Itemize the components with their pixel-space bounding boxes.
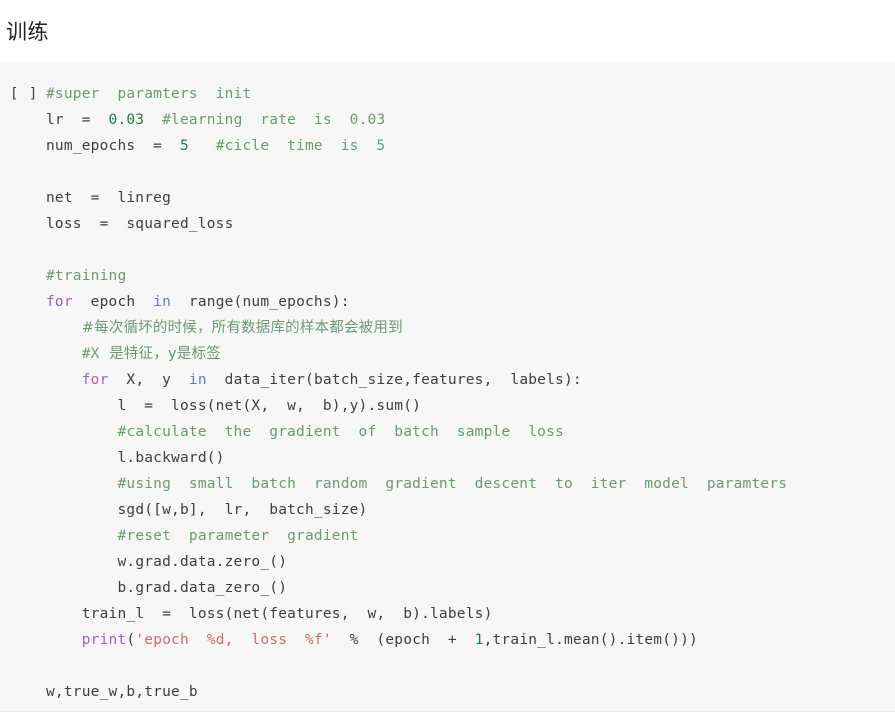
code-token-plain: lr = [46,112,109,128]
code-line-blank[interactable] [46,237,887,263]
section-heading-area: 训练 [0,0,895,63]
code-token-plain: l = loss(net(X, w, b),y).sum() [117,398,422,414]
code-token-plain: data_iter(batch_size,features, labels): [206,372,582,388]
code-token-plain: ( [126,632,136,648]
code-token-comment: #reset parameter gradient [117,528,359,544]
code-token-comment: #calculate the gradient of batch sample … [117,424,564,440]
run-cell-button[interactable]: [ ] [10,81,38,107]
code-line[interactable]: sgd([w,b], lr, batch_size) [46,497,887,523]
code-token-keyword2: in [188,372,207,388]
code-token-comment: #super paramters init [46,86,252,102]
code-token-plain: w,true_w,b,true_b [46,684,198,700]
cell-run-gutter[interactable]: [ ] [0,81,46,711]
code-token-plain: % (epoch + [331,632,475,648]
code-line[interactable]: #X 是特征，y是标签 [46,341,887,367]
code-token-keyword: for [46,294,73,310]
code-token-keyword2: in [153,294,172,310]
code-token-comment: #X [81,346,100,362]
code-line[interactable]: #super paramters init [46,81,887,107]
code-line[interactable]: #calculate the gradient of batch sample … [46,419,887,445]
code-token-string: 'epoch %d, loss %f' [135,632,332,648]
code-editor[interactable]: #super paramters init lr = 0.03 #learning… [46,81,895,711]
code-line[interactable]: for epoch in range(num_epochs): [46,289,887,315]
code-line[interactable]: #training [46,263,887,289]
code-line[interactable]: loss = squared_loss [46,211,887,237]
code-token-number: 1 [474,632,484,648]
code-line-blank[interactable] [46,159,887,185]
code-token-plain: net = linreg [46,190,172,206]
code-token-plain: range(num_epochs): [171,294,350,310]
code-token-comment: #cicle time is 5 [215,138,386,154]
code-token-keyword: print [81,632,127,648]
code-token-plain: epoch [72,294,154,310]
code-token-plain: X, y [108,372,189,388]
code-token-number: 0.03 [108,112,145,128]
code-line[interactable]: w.grad.data.zero_() [46,549,887,575]
code-token-plain: ,train_l.mean().item())) [483,632,698,648]
code-line[interactable]: net = linreg [46,185,887,211]
code-token-comment: #learning rate is 0.03 [162,112,386,128]
code-cell[interactable]: [ ] #super paramters init lr = 0.03 #lear… [0,63,895,712]
code-line[interactable]: l = loss(net(X, w, b),y).sum() [46,393,887,419]
code-token-plain: w.grad.data.zero_() [117,554,288,570]
code-token-keyword: for [81,372,109,388]
code-line[interactable]: train_l = loss(net(features, w, b).label… [46,601,887,627]
code-line[interactable]: b.grad.data_zero_() [46,575,887,601]
code-line[interactable]: w,true_w,b,true_b [46,679,887,705]
code-line[interactable]: #using small batch random gradient desce… [46,471,887,497]
code-token-comment_cn: #每次循坏的时候，所有数据库的样本都会被用到 [81,320,403,336]
page-title: 训练 [6,19,49,44]
code-token-comment_cn: 是特征，y是标签 [99,346,221,362]
code-token-plain: train_l = loss(net(features, w, b).label… [81,606,493,622]
code-line[interactable]: l.backward() [46,445,887,471]
code-line[interactable]: num_epochs = 5 #cicle time is 5 [46,133,887,159]
code-token-plain: num_epochs = [46,138,180,154]
code-token-plain: sgd([w,b], lr, batch_size) [117,502,368,518]
code-line[interactable]: print('epoch %d, loss %f' % (epoch + 1,t… [46,627,887,653]
code-token-plain: b.grad.data_zero_() [117,580,288,596]
code-line[interactable]: lr = 0.03 #learning rate is 0.03 [46,107,887,133]
code-line-blank[interactable] [46,653,887,679]
code-token-comment: #using small batch random gradient desce… [117,476,788,492]
code-token-plain: l.backward() [117,450,225,466]
notebook-page: 训练 [ ] #super paramters init lr = 0.03 #l… [0,0,895,722]
code-line[interactable]: #reset parameter gradient [46,523,887,549]
code-line[interactable]: #每次循坏的时候，所有数据库的样本都会被用到 [46,315,887,341]
code-token-comment: #training [46,268,127,284]
code-token-number: 5 [179,138,189,154]
code-line[interactable]: for X, y in data_iter(batch_size,feature… [46,367,887,393]
code-token-plain: loss = squared_loss [46,216,234,232]
